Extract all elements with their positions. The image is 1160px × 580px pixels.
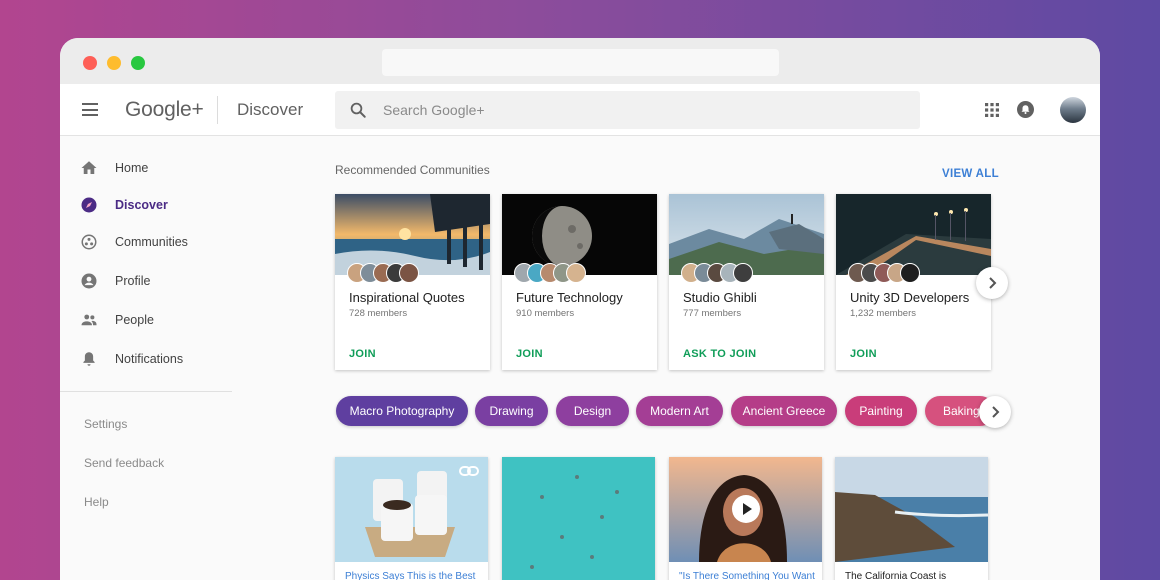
ask-to-join-button[interactable]: ASK TO JOIN: [683, 348, 756, 360]
people-icon: [81, 314, 97, 326]
post-card[interactable]: Physics Says This is the Best: [335, 457, 488, 580]
sidebar-item-notifications[interactable]: Notifications: [60, 344, 232, 374]
communities-next-button[interactable]: [976, 267, 1008, 299]
community-members: 910 members: [516, 308, 575, 319]
play-icon: [743, 503, 752, 515]
help-link[interactable]: Help: [84, 495, 109, 509]
home-icon: [81, 161, 97, 174]
minimize-window-button[interactable]: [107, 56, 121, 70]
close-window-button[interactable]: [83, 56, 97, 70]
community-name: Inspirational Quotes: [349, 290, 465, 305]
link-icon[interactable]: [459, 465, 479, 477]
address-bar[interactable]: [382, 49, 779, 76]
communities-icon: [81, 234, 97, 250]
topic-chip[interactable]: Macro Photography: [336, 396, 468, 426]
community-card[interactable]: Unity 3D Developers 1,232 members JOIN: [836, 194, 991, 370]
member-avatars: [848, 263, 920, 283]
sidebar-item-label: Communities: [115, 235, 188, 249]
post-title[interactable]: Physics Says This is the Best: [345, 571, 475, 580]
send-feedback-link[interactable]: Send feedback: [84, 456, 164, 470]
community-members: 1,232 members: [850, 308, 917, 319]
sidebar-item-home[interactable]: Home: [60, 153, 232, 183]
search-input[interactable]: [383, 91, 903, 129]
join-button[interactable]: JOIN: [349, 348, 376, 360]
post-card[interactable]: [502, 457, 655, 580]
topic-chip[interactable]: Design: [556, 396, 629, 426]
title-bar: [60, 38, 1100, 84]
post-image: [502, 457, 655, 580]
chevron-right-icon: [989, 277, 997, 289]
community-card[interactable]: Studio Ghibli 777 members ASK TO JOIN: [669, 194, 824, 370]
sidebar-divider: [60, 391, 232, 392]
menu-icon[interactable]: [82, 103, 98, 116]
search-icon: [350, 102, 366, 118]
topic-chip[interactable]: Painting: [845, 396, 917, 426]
join-button[interactable]: JOIN: [850, 348, 877, 360]
topic-chip[interactable]: Modern Art: [636, 396, 723, 426]
app-logo[interactable]: Google+: [125, 98, 204, 122]
community-members: 728 members: [349, 308, 408, 319]
sidebar-item-label: People: [115, 313, 154, 327]
topic-chip[interactable]: Drawing: [475, 396, 548, 426]
view-all-link[interactable]: VIEW ALL: [942, 168, 999, 180]
post-image: [835, 457, 988, 562]
chevron-right-icon: [992, 406, 1000, 418]
sidebar: Home Discover Communities Profile People…: [60, 136, 232, 580]
topic-chip[interactable]: Ancient Greece: [731, 396, 837, 426]
member-avatars: [681, 263, 753, 283]
post-title[interactable]: The California Coast is: [845, 571, 946, 580]
apps-grid-icon[interactable]: [985, 103, 999, 117]
community-name: Unity 3D Developers: [850, 290, 970, 305]
community-card[interactable]: Future Technology 910 members JOIN: [502, 194, 657, 370]
play-button[interactable]: [732, 495, 760, 523]
notifications-bell-icon[interactable]: [1017, 101, 1034, 118]
app-bar: Google+ Discover: [60, 84, 1100, 136]
member-avatars: [514, 263, 586, 283]
page-title: Discover: [237, 100, 304, 119]
post-title[interactable]: "Is There Something You Want: [679, 571, 815, 580]
community-name: Studio Ghibli: [683, 290, 757, 305]
community-card[interactable]: Inspirational Quotes 728 members JOIN: [335, 194, 490, 370]
sidebar-item-label: Discover: [115, 198, 168, 212]
user-avatar[interactable]: [1060, 97, 1086, 123]
sidebar-item-communities[interactable]: Communities: [60, 227, 232, 257]
community-name: Future Technology: [516, 290, 623, 305]
sidebar-item-label: Notifications: [115, 352, 184, 366]
post-card[interactable]: "Is There Something You Want: [669, 457, 822, 580]
settings-link[interactable]: Settings: [84, 417, 127, 431]
sidebar-item-label: Profile: [115, 274, 151, 288]
profile-icon: [81, 273, 97, 289]
recommended-communities-heading: Recommended Communities: [335, 163, 490, 177]
sidebar-item-people[interactable]: People: [60, 305, 232, 335]
post-card[interactable]: The California Coast is: [835, 457, 988, 580]
topics-next-button[interactable]: [979, 396, 1011, 428]
sidebar-item-label: Home: [115, 161, 149, 175]
member-avatars: [347, 263, 419, 283]
community-members: 777 members: [683, 308, 742, 319]
header-divider: [217, 96, 218, 124]
bell-icon: [83, 352, 95, 366]
join-button[interactable]: JOIN: [516, 348, 543, 360]
sidebar-item-profile[interactable]: Profile: [60, 266, 232, 296]
search-box[interactable]: [335, 91, 920, 129]
maximize-window-button[interactable]: [131, 56, 145, 70]
sidebar-item-discover[interactable]: Discover: [60, 190, 232, 220]
compass-icon: [81, 197, 97, 213]
browser-window: Google+ Discover Home: [60, 38, 1100, 580]
